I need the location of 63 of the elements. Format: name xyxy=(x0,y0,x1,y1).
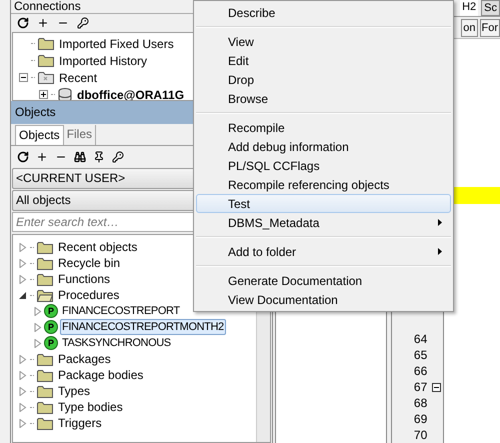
toolbar-button[interactable]: on xyxy=(461,18,478,36)
tree-item[interactable]: FINANCECOSTREPORT xyxy=(60,303,182,319)
tree-item[interactable]: Type bodies xyxy=(56,399,125,415)
folder-icon xyxy=(37,352,53,366)
refresh-icon[interactable] xyxy=(15,149,31,165)
tree-item[interactable]: Recycle bin xyxy=(56,255,122,271)
menu-item[interactable]: Add debug information xyxy=(196,137,451,156)
line-number: 64 xyxy=(412,331,428,347)
tab[interactable]: Objects xyxy=(15,125,64,145)
search-icon[interactable] xyxy=(72,149,88,165)
folder-icon xyxy=(37,400,53,414)
fold-icon[interactable] xyxy=(432,382,442,392)
line-number: 66 xyxy=(412,363,428,379)
line-number: 68 xyxy=(412,395,428,411)
tree-item[interactable]: Imported History xyxy=(57,52,150,70)
tree-item[interactable]: Imported Fixed Users xyxy=(57,34,176,52)
tab[interactable]: Files xyxy=(64,125,96,145)
tree-item[interactable]: Triggers xyxy=(56,415,104,431)
folder-icon xyxy=(37,368,53,382)
editor-tab[interactable]: H2 xyxy=(460,0,478,16)
tree-item[interactable]: Packages xyxy=(56,351,113,367)
submenu-arrow-icon xyxy=(438,219,442,226)
tree-item[interactable]: FINANCECOSTREPORTMONTH2 xyxy=(60,319,226,335)
folder-icon xyxy=(37,256,53,270)
folder-icon xyxy=(38,71,54,84)
line-number: 65 xyxy=(412,347,428,363)
tree-item[interactable]: Package bodies xyxy=(56,367,146,383)
folder-icon xyxy=(37,272,53,286)
expand-icon[interactable] xyxy=(39,90,48,99)
toolbar-button[interactable]: For xyxy=(480,18,500,36)
submenu-arrow-icon xyxy=(438,248,442,255)
tree-item[interactable]: Functions xyxy=(56,271,112,287)
procedure-icon: P xyxy=(44,336,58,350)
tree-item[interactable]: Recent xyxy=(57,68,100,86)
tree-item[interactable]: Types xyxy=(56,383,92,399)
editor-tab[interactable]: Sc xyxy=(481,0,500,16)
tree-item[interactable]: Recent objects xyxy=(56,239,140,255)
line-number: 67 xyxy=(412,379,428,395)
procedure-icon: P xyxy=(44,304,58,318)
procedure-icon: P xyxy=(44,320,58,334)
menu-item[interactable]: Test xyxy=(196,194,451,213)
menu-item[interactable]: Edit xyxy=(196,51,451,70)
key-icon[interactable] xyxy=(110,149,126,165)
collapse-icon[interactable] xyxy=(19,73,28,82)
menu-item[interactable]: Generate Documentation xyxy=(196,271,451,290)
folder-icon xyxy=(37,240,53,254)
folder-icon xyxy=(38,54,54,67)
menu-item[interactable]: View Documentation xyxy=(196,290,451,309)
open-folder-icon xyxy=(37,288,53,302)
folder-icon xyxy=(38,37,54,50)
tree-item[interactable]: TASKSYNCHRONOUS xyxy=(60,335,173,351)
menu-item[interactable]: View xyxy=(196,32,451,51)
line-number: 69 xyxy=(412,411,428,427)
menu-item[interactable]: Add to folder xyxy=(196,242,451,261)
key-icon[interactable] xyxy=(75,15,91,31)
tree-item[interactable]: Procedures xyxy=(56,287,122,303)
refresh-icon[interactable] xyxy=(15,15,31,31)
folder-icon xyxy=(37,416,53,430)
menu-item[interactable]: Drop xyxy=(196,70,451,89)
collapse-icon[interactable] xyxy=(19,290,27,300)
folder-icon xyxy=(37,384,53,398)
database-icon xyxy=(58,88,72,100)
line-number: 70 xyxy=(412,427,428,443)
